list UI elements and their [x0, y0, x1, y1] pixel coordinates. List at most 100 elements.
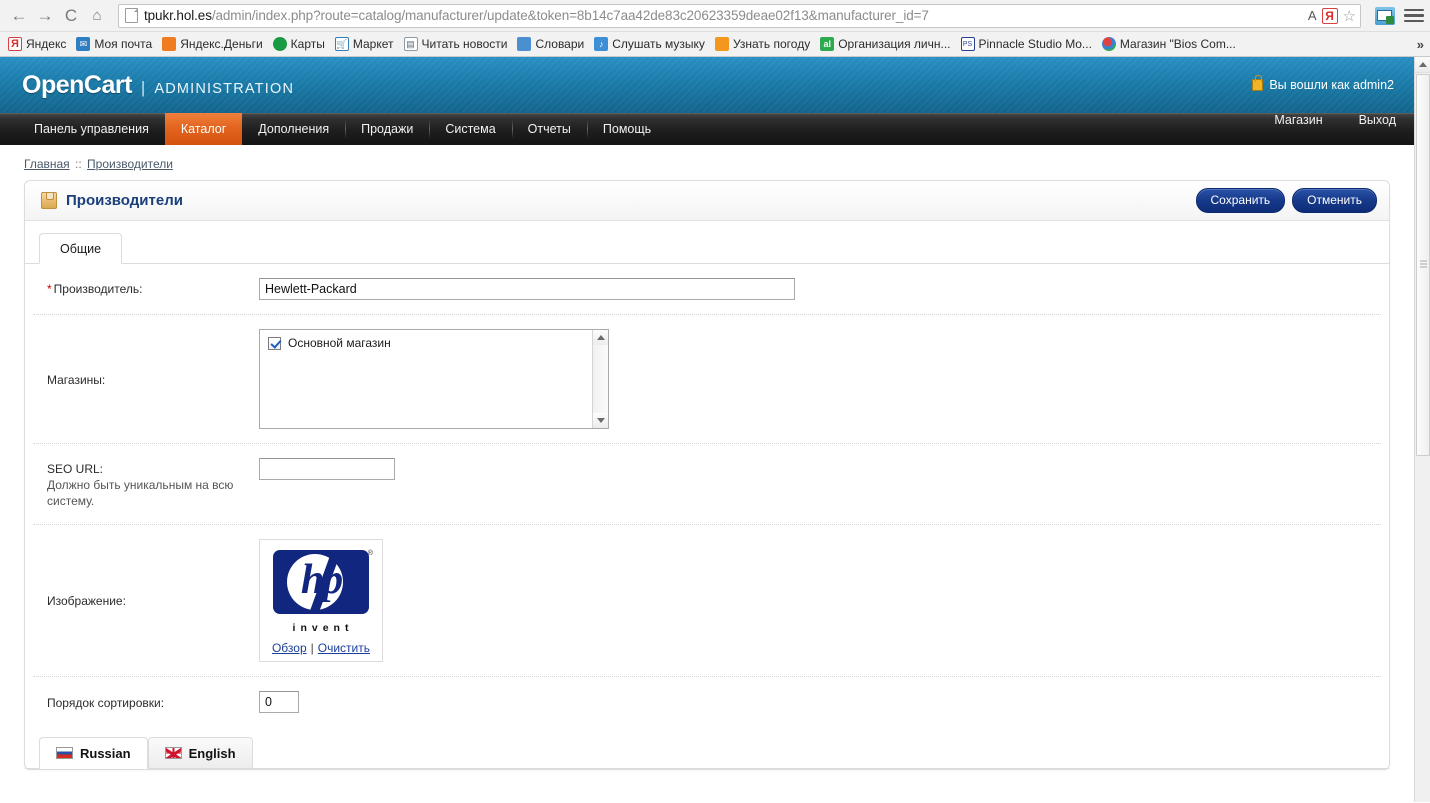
forward-arrow-icon[interactable]: →: [32, 3, 58, 29]
image-actions: Обзор | Очистить: [266, 641, 376, 655]
bookmark-item[interactable]: Я Яндекс: [4, 36, 72, 52]
bookmark-label: Яндекс: [26, 37, 67, 51]
bookmark-item[interactable]: ✉ Моя почта: [72, 36, 158, 52]
field-image: Изображение: hp ® invent: [33, 525, 1381, 677]
page-scroll-up-icon[interactable]: [1415, 57, 1430, 73]
nav-item-2[interactable]: Каталог: [164, 113, 243, 145]
bookmark-item[interactable]: ♪ Слушать музыку: [590, 36, 711, 52]
stores-listbox[interactable]: Основной магазин: [259, 329, 609, 429]
bookmark-label: Организация личн...: [838, 37, 951, 51]
breadcrumb-home[interactable]: Главная: [24, 157, 70, 171]
sort-order-input[interactable]: [259, 690, 299, 713]
nav-right-items: Магазин Выход: [1256, 113, 1414, 145]
nav-item-7[interactable]: Помощь: [586, 113, 667, 145]
url-text: tpukr.hol.es/admin/index.php?route=catal…: [144, 8, 1302, 23]
stores-scrollbar[interactable]: [592, 330, 608, 428]
manufacturer-label-text: Производитель:: [53, 282, 143, 296]
brand-name: OpenCart: [22, 70, 132, 99]
scroll-up-icon[interactable]: [593, 330, 608, 345]
hp-logo[interactable]: hp ®: [273, 549, 373, 614]
bookmark-label: Pinnacle Studio Mo...: [978, 37, 1092, 51]
administration-label: ADMINISTRATION: [154, 80, 295, 97]
nav-item-6[interactable]: Отчеты: [511, 113, 587, 145]
panel-actions: Сохранить Отменить: [1195, 188, 1377, 213]
bookmark-item[interactable]: Карты: [269, 36, 331, 52]
bookmark-label: Карты: [290, 37, 325, 51]
bookmark-item[interactable]: Яндекс.Деньги: [158, 36, 268, 52]
store-checkbox-item[interactable]: Основной магазин: [268, 336, 592, 350]
hp-badge-icon: hp: [273, 549, 369, 614]
nav-item-1[interactable]: Панель управления: [18, 113, 165, 145]
dictionary-icon: [517, 37, 532, 51]
seo-url-label: SEO URL: Должно быть уникальным на всю с…: [33, 458, 259, 510]
wallet-icon: [162, 37, 177, 51]
sort-order-label: Порядок сортировки:: [47, 695, 165, 710]
address-bar[interactable]: tpukr.hol.es/admin/index.php?route=catal…: [118, 3, 1361, 28]
nav-right-item-1[interactable]: Магазин: [1256, 113, 1340, 127]
clear-link[interactable]: Очистить: [318, 641, 370, 655]
page-scrollbar[interactable]: [1414, 57, 1430, 802]
back-arrow-icon[interactable]: ←: [6, 3, 32, 29]
manufacturer-input[interactable]: [259, 278, 795, 300]
mail-extension-icon[interactable]: [1375, 6, 1395, 25]
bookmark-star-icon[interactable]: ☆: [1343, 7, 1356, 25]
breadcrumb: Главная :: Производители: [0, 145, 1414, 180]
breadcrumb-current[interactable]: Производители: [87, 157, 173, 171]
opencart-header: OpenCart | ADMINISTRATION Вы вошли как a…: [0, 57, 1414, 113]
seo-url-input[interactable]: [259, 458, 395, 480]
brand-separator: |: [140, 77, 146, 97]
nav-item-5[interactable]: Система: [429, 113, 511, 145]
maps-icon: [272, 37, 287, 51]
seo-url-label-text: SEO URL:: [47, 462, 104, 476]
bookmark-item[interactable]: Узнать погоду: [711, 36, 816, 52]
url-path: /admin/index.php?route=catalog/manufactu…: [211, 8, 929, 23]
reload-icon[interactable]: C: [58, 3, 84, 29]
bookmarks-overflow-icon[interactable]: »: [1417, 32, 1424, 57]
cancel-button[interactable]: Отменить: [1292, 188, 1377, 213]
language-tab-label: English: [188, 745, 236, 761]
nav-item-3[interactable]: Дополнения: [242, 113, 345, 145]
flag-ru-icon: [56, 747, 73, 760]
image-thumbnail-block: hp ® invent Обзор| Очистить: [259, 538, 383, 662]
field-stores: Магазины: Основной магазин: [33, 315, 1381, 444]
yandex-search-icon[interactable]: Я: [1321, 7, 1338, 24]
page-viewport: OpenCart | ADMINISTRATION Вы вошли как a…: [0, 57, 1430, 802]
home-icon[interactable]: ⌂: [84, 3, 110, 29]
browser-menu-icon[interactable]: [1404, 8, 1424, 23]
browse-link[interactable]: Обзор: [272, 641, 307, 655]
opencart-logo[interactable]: OpenCart | ADMINISTRATION: [22, 71, 294, 100]
stores-control: Основной магазин: [259, 329, 1381, 429]
main-navigation: Панель управления Каталог Дополнения Продаж…: [0, 113, 1414, 145]
bookmark-item[interactable]: al Организация личн...: [816, 36, 956, 52]
manufacturer-form: *Производитель: Магазины:: [25, 264, 1389, 727]
user-status-text: Вы вошли как admin2: [1269, 78, 1394, 92]
save-button[interactable]: Сохранить: [1195, 188, 1286, 213]
bookmark-item[interactable]: Магазин "Bios Com...: [1098, 36, 1242, 52]
bookmark-item[interactable]: Словари: [513, 36, 590, 52]
nav-items: Панель управления Каталог Дополнения Продаж…: [18, 113, 667, 145]
stores-list: Основной магазин: [260, 330, 592, 428]
user-status: Вы вошли как admin2: [1252, 75, 1394, 92]
field-sort-order: Порядок сортировки:: [33, 677, 1381, 727]
required-mark: *: [47, 282, 52, 296]
nav-item-4[interactable]: Продажи: [345, 113, 429, 145]
language-tab-russian[interactable]: Russian: [39, 736, 148, 769]
bookmark-item[interactable]: 🛒 Маркет: [331, 36, 400, 52]
lock-icon: [1252, 75, 1264, 91]
scroll-down-icon[interactable]: [593, 413, 608, 428]
nav-right-item-2[interactable]: Выход: [1341, 113, 1414, 127]
field-manufacturer: * Производитель:: [33, 264, 1381, 315]
page-scroll-thumb[interactable]: [1416, 74, 1430, 456]
url-host: tpukr.hol.es: [144, 8, 212, 23]
page-title: Производители: [66, 192, 183, 209]
tab-general[interactable]: Общие: [39, 233, 123, 264]
bookmark-item[interactable]: ▤ Читать новости: [400, 36, 514, 52]
shop-icon: [1101, 37, 1116, 51]
translate-icon[interactable]: A: [1308, 8, 1317, 23]
language-tab-english[interactable]: English: [147, 736, 253, 769]
image-actions-separator: |: [310, 640, 314, 655]
manufacturer-control: [259, 278, 1381, 300]
bookmark-item[interactable]: PS Pinnacle Studio Mo...: [957, 36, 1098, 52]
store-checkbox[interactable]: [268, 336, 281, 350]
image-label: Изображение:: [47, 594, 126, 609]
